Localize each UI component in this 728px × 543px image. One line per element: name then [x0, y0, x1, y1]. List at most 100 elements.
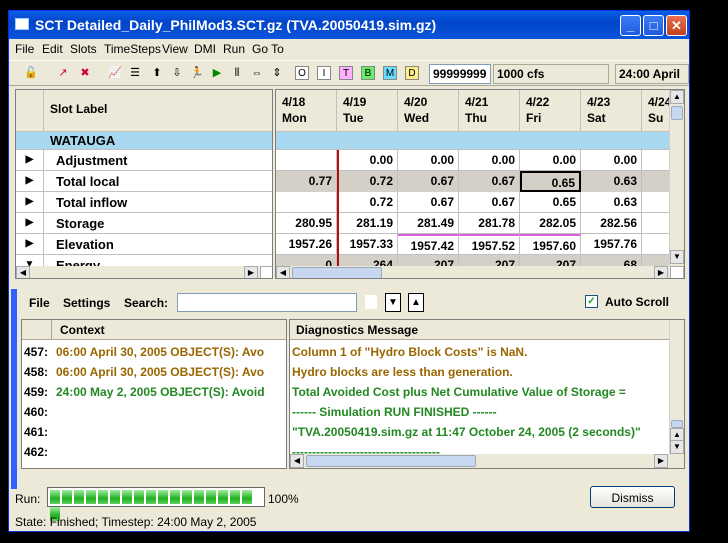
value-cell[interactable]: 0.65	[520, 171, 581, 192]
diagnostics-splitter[interactable]	[11, 289, 17, 489]
value-cell[interactable]: 0.00	[581, 150, 642, 171]
value-cell[interactable]: 1957.42	[398, 234, 459, 255]
value-cell[interactable]: 1957.76	[581, 234, 642, 255]
menu-run[interactable]: Run	[223, 42, 245, 56]
dismiss-button[interactable]: Dismiss	[590, 486, 675, 508]
message-line[interactable]: ------ Simulation RUN FINISHED ------	[290, 402, 497, 422]
value-cell[interactable]: 0.67	[459, 171, 520, 192]
group-header-watauga[interactable]: WATAUGA	[16, 132, 272, 150]
value-cell[interactable]: 280.95	[276, 213, 337, 234]
value-field[interactable]: 99999999	[429, 64, 491, 84]
value-cell[interactable]: 0.63	[581, 171, 642, 192]
search-prev-icon[interactable]: ▲	[408, 293, 424, 312]
horizontal-scroll-thumb[interactable]	[292, 267, 382, 278]
value-cell[interactable]: 0.67	[459, 192, 520, 213]
scroll-right-icon[interactable]: ▶	[244, 266, 258, 278]
message-scroll-left-icon[interactable]: ◀	[290, 454, 304, 468]
message-line[interactable]: Hydro blocks are less than generation.	[290, 362, 513, 382]
slot-row[interactable]: ▶ Storage	[16, 213, 272, 234]
slot-label-header[interactable]: Slot Label	[44, 90, 272, 132]
menu-timesteps[interactable]: TimeSteps	[104, 42, 161, 56]
expand-arrow-icon[interactable]: ▶	[16, 234, 44, 255]
search-input[interactable]	[177, 293, 357, 312]
maximize-button[interactable]: □	[643, 15, 664, 36]
context-line[interactable]: 462:	[22, 442, 56, 462]
value-cell[interactable]: 0.67	[398, 171, 459, 192]
message-hscroll-thumb[interactable]	[306, 455, 476, 467]
menu-goto[interactable]: Go To	[252, 42, 284, 56]
date-column-header[interactable]: 4/20 Wed	[398, 90, 459, 132]
message-line[interactable]: "TVA.20050419.sim.gz at 11:47 October 24…	[290, 422, 641, 442]
message-scroll-thumb[interactable]	[671, 420, 683, 428]
expand-arrow-icon[interactable]: ▶	[16, 150, 44, 171]
minimize-button[interactable]: _	[620, 15, 641, 36]
message-vertical-scrollbar[interactable]: ▲ ▼	[669, 320, 684, 454]
expand-arrow-icon[interactable]: ▶	[16, 192, 44, 213]
value-cell[interactable]: 0.67	[398, 192, 459, 213]
scroll-right-icon-2[interactable]: ▶	[654, 266, 668, 278]
close-object-icon[interactable]: ✖	[77, 65, 93, 81]
diag-menu-settings[interactable]: Settings	[63, 296, 110, 310]
message-line[interactable]: Total Avoided Cost plus Net Cumulative V…	[290, 382, 626, 402]
right-vertical-scrollbar[interactable]: ▲ ▼	[669, 90, 684, 266]
date-column-header[interactable]: 4/22 Fri	[520, 90, 581, 132]
message-scroll-down-icon[interactable]: ▼	[670, 440, 684, 454]
value-cell[interactable]: 281.78	[459, 213, 520, 234]
message-scroll-right-icon[interactable]: ▶	[654, 454, 668, 468]
export-icon[interactable]: ⬆	[149, 65, 165, 81]
run-step-icon[interactable]: 🏃	[189, 65, 205, 81]
close-button[interactable]: ✕	[666, 15, 687, 36]
lock-icon[interactable]: 🔓	[23, 65, 39, 81]
value-cell[interactable]: 0.63	[581, 192, 642, 213]
filter-m[interactable]: M	[383, 66, 397, 80]
plot-icon[interactable]: 📈	[107, 65, 123, 81]
message-header[interactable]: Diagnostics Message	[290, 320, 670, 340]
value-cell[interactable]: 0.00	[337, 150, 398, 171]
date-column-header[interactable]: 4/23 Sat	[581, 90, 642, 132]
right-horizontal-scrollbar[interactable]: ◀ ▶	[276, 266, 684, 278]
context-header[interactable]: Context	[52, 320, 286, 340]
filter-t[interactable]: T	[339, 66, 353, 80]
filter-b[interactable]: B	[361, 66, 375, 80]
message-line[interactable]: Column 1 of "Hydro Block Costs" is NaN.	[290, 342, 527, 362]
value-cell[interactable]: 0.00	[398, 150, 459, 171]
context-line[interactable]: 457: 06:00 April 30, 2005 OBJECT(S): Avo	[22, 342, 264, 362]
value-cell[interactable]: 0.72	[337, 171, 398, 192]
vertical-scroll-thumb[interactable]	[671, 106, 683, 120]
menu-view[interactable]: View	[162, 42, 188, 56]
bars-icon[interactable]: ☰	[127, 65, 143, 81]
slot-row[interactable]: ▶ Adjustment	[16, 150, 272, 171]
value-cell[interactable]: 282.05	[520, 213, 581, 234]
menu-slots[interactable]: Slots	[70, 42, 97, 56]
context-line[interactable]: 459: 24:00 May 2, 2005 OBJECT(S): Avoid	[22, 382, 265, 402]
value-cell[interactable]: 0.65	[520, 192, 581, 213]
menu-edit[interactable]: Edit	[42, 42, 63, 56]
value-cell[interactable]: 0.00	[459, 150, 520, 171]
fit-height-icon[interactable]: ⇕	[269, 65, 285, 81]
filter-o[interactable]: O	[295, 66, 309, 80]
scroll-left-icon-2[interactable]: ◀	[276, 266, 290, 278]
context-line[interactable]: 461:	[22, 422, 56, 442]
search-next-icon[interactable]: ▼	[385, 293, 401, 312]
expand-arrow-icon[interactable]: ▶	[16, 171, 44, 192]
fit-width-icon[interactable]: ⇔	[249, 65, 265, 81]
value-cell[interactable]: 1957.26	[276, 234, 337, 255]
date-column-header[interactable]: 4/18 Mon	[276, 90, 337, 132]
value-cell[interactable]: 1957.60	[520, 234, 581, 255]
import-icon[interactable]: ⇩	[169, 65, 185, 81]
value-cell[interactable]: 1957.33	[337, 234, 398, 255]
slot-row[interactable]: ▶ Total inflow	[16, 192, 272, 213]
value-cell[interactable]: 0.00	[520, 150, 581, 171]
open-object-icon[interactable]: ↗	[55, 65, 71, 81]
diag-menu-file[interactable]: File	[29, 296, 50, 310]
context-line[interactable]: 458: 06:00 April 30, 2005 OBJECT(S): Avo	[22, 362, 264, 382]
value-cell[interactable]: 281.49	[398, 213, 459, 234]
filter-i[interactable]: I	[317, 66, 331, 80]
expand-arrow-icon[interactable]: ▶	[16, 213, 44, 234]
context-line[interactable]: 460:	[22, 402, 56, 422]
value-cell[interactable]: 1957.52	[459, 234, 520, 255]
message-horizontal-scrollbar[interactable]: ◀ ▶	[290, 454, 684, 468]
auto-scroll-checkbox[interactable]: ✓	[585, 295, 598, 308]
date-column-header[interactable]: 4/21 Thu	[459, 90, 520, 132]
title-bar[interactable]: SCT Detailed_Daily_PhilMod3.SCT.gz (TVA.…	[9, 11, 689, 39]
